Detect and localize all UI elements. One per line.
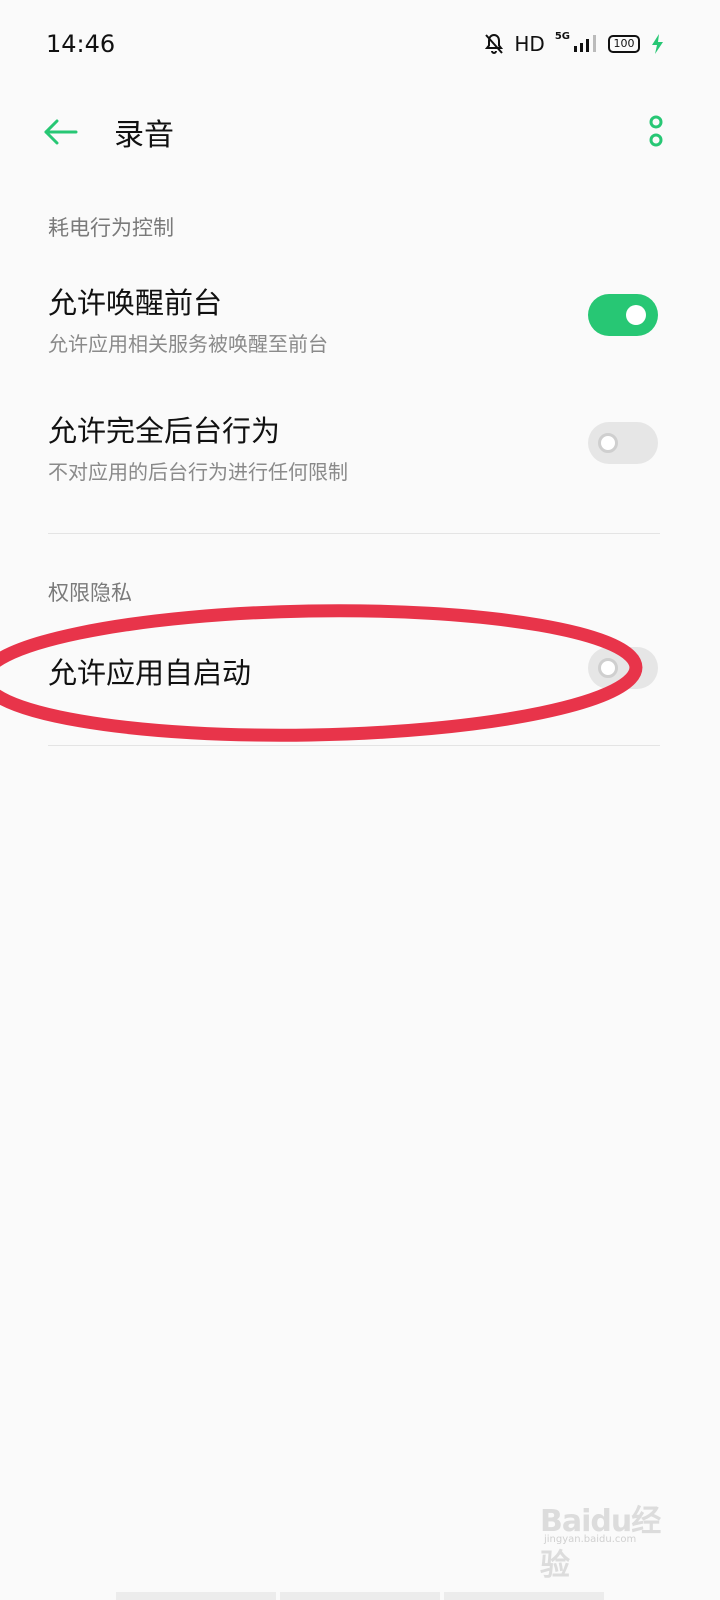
- status-icons: HD 5G 100: [484, 30, 664, 58]
- watermark-logo: Baidu经验 jingyan.baidu.com: [540, 1490, 680, 1583]
- setting-row-auto-start[interactable]: 允许应用自启动: [0, 630, 720, 710]
- setting-title: 允许应用自启动: [48, 656, 252, 690]
- toggle-knob: [598, 658, 618, 678]
- setting-row-full-background[interactable]: 允许完全后台行为 不对应用的后台行为进行任何限制: [0, 398, 720, 498]
- watermark-subtext: jingyan.baidu.com: [544, 1534, 637, 1545]
- toggle-knob: [598, 433, 618, 453]
- toggle-knob: [626, 305, 646, 325]
- divider: [48, 745, 660, 746]
- bell-off-icon: [485, 33, 504, 54]
- setting-title: 允许完全后台行为: [48, 414, 281, 448]
- arrow-left-icon: [44, 119, 78, 145]
- page-title: 录音: [114, 118, 174, 153]
- hd-label: HD: [514, 32, 545, 56]
- nav-gesture-bar: [116, 1592, 604, 1600]
- charging-icon: [652, 34, 663, 54]
- status-time: 14:46: [46, 30, 116, 58]
- signal-icon: [574, 35, 596, 52]
- back-button[interactable]: [40, 112, 80, 152]
- more-button[interactable]: [648, 114, 664, 150]
- app-bar: 录音: [0, 98, 720, 168]
- network-label: 5G: [554, 30, 570, 42]
- toggle-switch-auto-start[interactable]: [588, 647, 658, 689]
- setting-subtitle: 允许应用相关服务被唤醒至前台: [48, 332, 328, 356]
- toggle-switch-wake-foreground[interactable]: [588, 294, 658, 336]
- divider: [48, 533, 660, 534]
- section-header-power: 耗电行为控制: [48, 216, 174, 240]
- toggle-switch-full-background[interactable]: [588, 422, 658, 464]
- section-header-privacy: 权限隐私: [48, 581, 132, 605]
- setting-title: 允许唤醒前台: [48, 286, 223, 320]
- battery-icon: 100: [608, 35, 640, 53]
- setting-row-wake-foreground[interactable]: 允许唤醒前台 允许应用相关服务被唤醒至前台: [0, 270, 720, 370]
- status-bar: 14:46 HD 5G 100: [0, 0, 720, 90]
- more-vertical-icon: [649, 115, 663, 147]
- setting-subtitle: 不对应用的后台行为进行任何限制: [48, 460, 348, 484]
